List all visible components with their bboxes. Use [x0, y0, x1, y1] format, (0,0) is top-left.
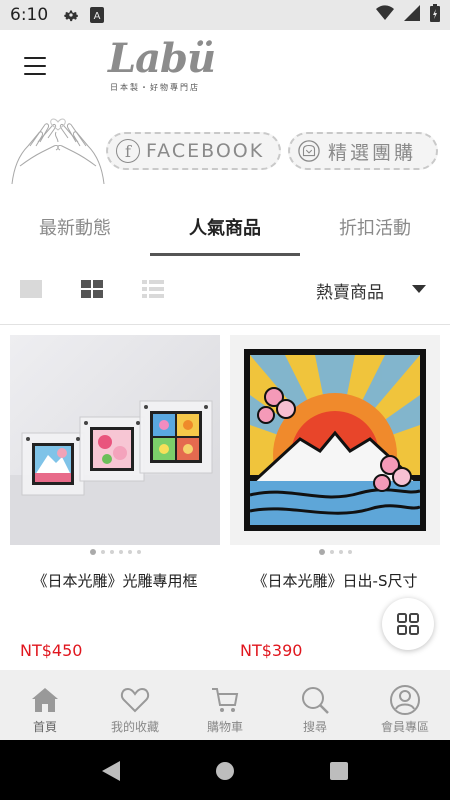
sort-select[interactable]: 熱賣商品 — [316, 278, 384, 303]
search-icon — [302, 687, 329, 714]
chevron-down-icon[interactable] — [412, 285, 426, 293]
group-buy-icon — [298, 140, 320, 162]
nav-favorites[interactable]: 我的收藏 — [90, 670, 180, 740]
status-time: 6:10 — [10, 5, 49, 25]
facebook-label: FACEBOOK — [146, 140, 265, 162]
grid-view-icon[interactable] — [81, 280, 103, 298]
signal-icon — [404, 4, 420, 26]
a-box-icon: A — [90, 7, 105, 23]
tab-latest-news[interactable]: 最新動態 — [0, 198, 150, 256]
product-name[interactable]: 《日本光雕》光雕專用框 — [10, 570, 220, 591]
product-name[interactable]: 《日本光雕》日出-S尺寸 — [230, 570, 440, 591]
logo-wordmark: Labü — [108, 35, 216, 82]
image-carousel-dots — [10, 549, 220, 556]
pinky-promise-illustration — [11, 118, 105, 185]
nav-cart-label: 購物車 — [206, 720, 243, 734]
grid-icon — [397, 613, 419, 635]
app-logo[interactable]: Labü 日本製・好物專門店 — [108, 36, 228, 98]
home-icon — [32, 688, 58, 712]
product-card[interactable]: 《日本光雕》光雕專用框 NT$450 — [10, 335, 220, 660]
product-image[interactable] — [10, 335, 220, 545]
heart-icon — [120, 687, 150, 713]
logo-tagline: 日本製・好物專門店 — [110, 83, 200, 92]
battery-icon — [430, 3, 440, 27]
list-view-icon[interactable] — [142, 280, 164, 298]
product-card[interactable]: 《日本光雕》日出-S尺寸 NT$390 — [230, 335, 440, 660]
nav-search-label: 搜尋 — [302, 720, 327, 734]
nav-member-label: 會員專區 — [380, 720, 429, 734]
category-grid-fab[interactable] — [382, 598, 434, 650]
group-buy-label: 精選團購 — [328, 141, 417, 164]
nav-member[interactable]: 會員專區 — [360, 670, 450, 740]
tab-discounts[interactable]: 折扣活動 — [300, 198, 450, 256]
view-toolbar: 熱賣商品 — [0, 268, 450, 314]
recents-icon[interactable] — [328, 760, 350, 782]
product-price: NT$390 — [240, 641, 303, 660]
hamburger-icon[interactable] — [18, 50, 52, 82]
product-price: NT$450 — [20, 641, 83, 660]
nav-cart[interactable]: 購物車 — [180, 670, 270, 740]
system-nav-bar — [0, 740, 450, 800]
promo-banner: f FACEBOOK 精選團購 — [0, 102, 450, 192]
image-carousel-dots — [230, 549, 440, 556]
tab-popular-products[interactable]: 人氣商品 — [150, 198, 300, 256]
divider — [0, 324, 450, 325]
product-image[interactable] — [230, 335, 440, 545]
nav-home-label: 首頁 — [32, 720, 57, 734]
app-header: Labü 日本製・好物專門店 — [0, 30, 450, 102]
bottom-nav: 首頁 我的收藏 購物車 搜尋 會員專區 — [0, 670, 450, 740]
home-button-icon[interactable] — [214, 760, 236, 782]
status-bar: 6:10 A — [0, 0, 450, 30]
gear-icon — [62, 6, 80, 24]
back-icon[interactable] — [100, 760, 122, 782]
nav-favorites-label: 我的收藏 — [110, 720, 159, 734]
nav-search[interactable]: 搜尋 — [270, 670, 360, 740]
facebook-button[interactable]: f FACEBOOK — [106, 132, 281, 170]
group-buy-button[interactable]: 精選團購 — [288, 132, 438, 170]
user-icon — [390, 685, 420, 715]
wifi-icon — [376, 4, 394, 26]
cart-icon — [212, 688, 239, 712]
nav-home[interactable]: 首頁 — [0, 670, 90, 740]
category-tabs: 最新動態 人氣商品 折扣活動 — [0, 198, 450, 256]
facebook-icon: f — [116, 139, 140, 163]
single-view-icon[interactable] — [20, 280, 42, 298]
svg-text:A: A — [94, 11, 101, 22]
